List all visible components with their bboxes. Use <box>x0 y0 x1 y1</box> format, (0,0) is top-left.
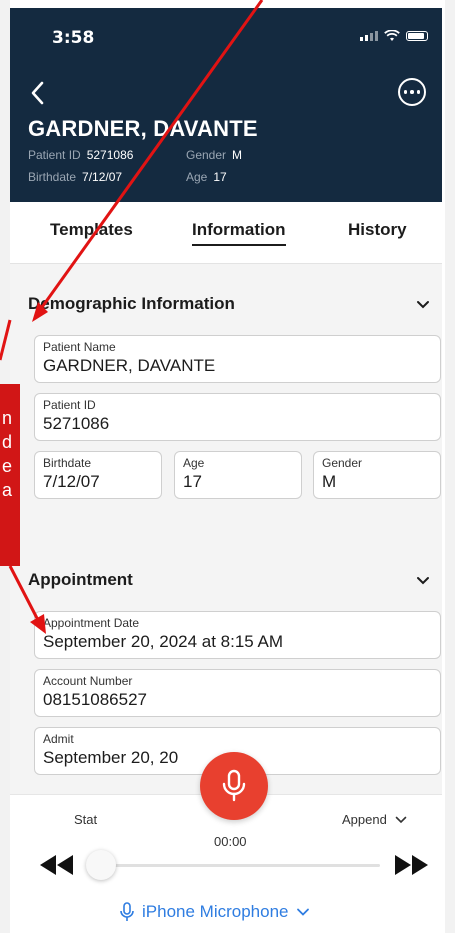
annotation-line: d <box>2 432 13 452</box>
patient-name-field[interactable]: Patient Name GARDNER, DAVANTE <box>34 335 441 383</box>
age-field[interactable]: Age 17 <box>174 451 302 499</box>
microphone-icon <box>222 769 246 802</box>
patient-name-title: GARDNER, DAVANTE <box>28 116 258 141</box>
age-meta: Age 17 <box>186 170 227 184</box>
demographic-section-title[interactable]: Demographic Information <box>28 294 235 314</box>
annotation-line: n <box>2 408 13 428</box>
information-content: Demographic Information Patient Name GAR… <box>10 264 442 794</box>
tab-bar: Templates Information History <box>10 202 442 264</box>
patient-id-meta: Patient ID 5271086 <box>28 148 134 162</box>
stat-toggle[interactable]: Stat <box>74 812 97 827</box>
chevron-down-icon[interactable] <box>416 574 430 588</box>
annotation-callout: n d e a <box>0 384 20 566</box>
annotation-line: a <box>2 480 13 500</box>
chevron-down-icon <box>297 908 310 916</box>
status-icons <box>360 30 428 42</box>
record-button[interactable] <box>200 752 268 820</box>
birthdate-meta: Birthdate 7/12/07 <box>28 170 123 184</box>
annotation-line: e <box>2 456 13 476</box>
patient-header: 3:58 GARDNER, DAVANTE Patient ID 5271086 … <box>10 8 442 202</box>
microphone-icon <box>120 902 134 921</box>
wifi-icon <box>384 30 400 41</box>
gender-field[interactable]: Gender M <box>313 451 441 499</box>
tab-information[interactable]: Information <box>192 220 286 246</box>
signal-icon <box>360 31 378 41</box>
battery-icon <box>406 31 428 41</box>
chevron-down-icon[interactable] <box>416 298 430 312</box>
more-options-icon[interactable] <box>398 78 426 106</box>
app-screen: 3:58 GARDNER, DAVANTE Patient ID 5271086 … <box>0 0 455 933</box>
tab-templates[interactable]: Templates <box>50 220 133 240</box>
microphone-source-label: iPhone Microphone <box>142 902 289 921</box>
device-frame-right <box>445 0 455 933</box>
tab-history[interactable]: History <box>348 220 407 240</box>
append-dropdown[interactable]: Append <box>342 812 407 827</box>
gender-meta: Gender M <box>186 148 243 162</box>
playback-scrubber[interactable] <box>86 850 116 880</box>
playback-track[interactable] <box>88 864 380 867</box>
microphone-source-selector[interactable]: iPhone Microphone <box>120 902 310 922</box>
patient-id-field[interactable]: Patient ID 5271086 <box>34 393 441 441</box>
account-number-field[interactable]: Account Number 08151086527 <box>34 669 441 717</box>
appointment-date-field[interactable]: Appointment Date September 20, 2024 at 8… <box>34 611 441 659</box>
birthdate-field[interactable]: Birthdate 7/12/07 <box>34 451 162 499</box>
status-time: 3:58 <box>52 28 95 48</box>
append-label: Append <box>342 812 387 827</box>
rewind-icon[interactable] <box>36 852 76 878</box>
chevron-down-icon <box>395 816 407 823</box>
back-chevron-icon[interactable] <box>28 80 48 106</box>
recording-timer: 00:00 <box>214 834 247 849</box>
fast-forward-icon[interactable] <box>392 852 432 878</box>
appointment-section-title[interactable]: Appointment <box>28 570 133 590</box>
